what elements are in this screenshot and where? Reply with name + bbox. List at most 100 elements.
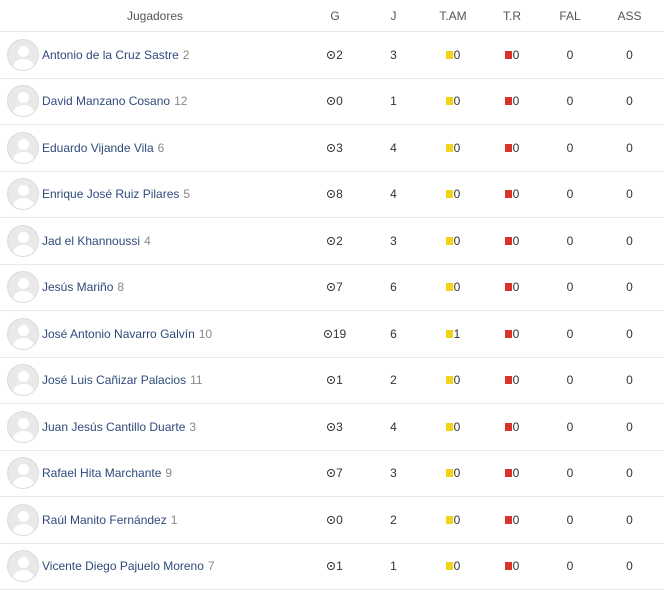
- fouls-value: 0: [535, 373, 605, 387]
- avatar-placeholder-icon[interactable]: [7, 132, 39, 164]
- avatar-placeholder-icon[interactable]: [7, 411, 39, 443]
- player-name-link[interactable]: José Luis Cañizar Palacios: [42, 373, 186, 387]
- assists-value: 0: [605, 466, 654, 480]
- player-name-link[interactable]: José Antonio Navarro Galvín: [42, 327, 195, 341]
- avatar-placeholder-icon[interactable]: [7, 271, 39, 303]
- yellow-cards-value: 0: [454, 48, 461, 62]
- table-row: José Antonio Navarro Galvín 10 19 6 1 0 …: [0, 311, 664, 358]
- header-goals[interactable]: G: [300, 9, 370, 23]
- player-name-link[interactable]: Jad el Khannoussi: [42, 234, 140, 248]
- player-name-link[interactable]: Vicente Diego Pajuelo Moreno: [42, 559, 204, 573]
- red-cards-cell: 0: [489, 48, 535, 62]
- games-value: 3: [370, 466, 417, 480]
- red-cards-value: 0: [513, 327, 520, 341]
- yellow-cards-cell: 0: [417, 559, 489, 573]
- soccer-ball-icon: [327, 562, 335, 570]
- avatar-placeholder-icon[interactable]: [7, 550, 39, 582]
- player-name-link[interactable]: David Manzano Cosano: [42, 94, 170, 108]
- avatar-placeholder-icon[interactable]: [7, 504, 39, 536]
- goals-cell: 3: [300, 420, 370, 434]
- header-fouls[interactable]: FAL: [535, 9, 605, 23]
- games-value: 1: [370, 94, 417, 108]
- soccer-ball-icon: [327, 283, 335, 291]
- assists-value: 0: [605, 187, 654, 201]
- red-cards-value: 0: [513, 48, 520, 62]
- table-row: Juan Jesús Cantillo Duarte 3 3 4 0 0 0 0: [0, 404, 664, 451]
- player-cell: Juan Jesús Cantillo Duarte 3: [0, 411, 300, 443]
- red-card-icon: [505, 190, 512, 198]
- header-jugadores[interactable]: Jugadores: [0, 9, 300, 23]
- red-cards-cell: 0: [489, 466, 535, 480]
- goals-cell: 2: [300, 234, 370, 248]
- avatar-placeholder-icon[interactable]: [7, 457, 39, 489]
- yellow-card-icon: [446, 190, 453, 198]
- goals-cell: 19: [300, 327, 370, 341]
- red-cards-value: 0: [513, 94, 520, 108]
- games-value: 1: [370, 559, 417, 573]
- header-assists[interactable]: ASS: [605, 9, 654, 23]
- red-cards-cell: 0: [489, 234, 535, 248]
- red-cards-value: 0: [513, 466, 520, 480]
- soccer-ball-icon: [327, 516, 335, 524]
- goals-value: 3: [336, 420, 343, 434]
- player-name-link[interactable]: Eduardo Vijande Vila: [42, 141, 154, 155]
- header-red-cards[interactable]: T.R: [489, 9, 535, 23]
- goals-value: 19: [333, 327, 346, 341]
- avatar-placeholder-icon[interactable]: [7, 178, 39, 210]
- soccer-ball-icon: [327, 144, 335, 152]
- goals-cell: 0: [300, 94, 370, 108]
- soccer-ball-icon: [324, 330, 332, 338]
- goals-value: 2: [336, 48, 343, 62]
- red-card-icon: [505, 51, 512, 59]
- assists-value: 0: [605, 94, 654, 108]
- player-number: 5: [183, 187, 190, 201]
- goals-value: 7: [336, 280, 343, 294]
- yellow-cards-value: 0: [454, 466, 461, 480]
- avatar-placeholder-icon[interactable]: [7, 85, 39, 117]
- fouls-value: 0: [535, 513, 605, 527]
- header-games[interactable]: J: [370, 9, 417, 23]
- player-name-link[interactable]: Rafael Hita Marchante: [42, 466, 161, 480]
- games-value: 6: [370, 280, 417, 294]
- yellow-card-icon: [446, 144, 453, 152]
- avatar-placeholder-icon[interactable]: [7, 318, 39, 350]
- player-cell: Jesús Mariño 8: [0, 271, 300, 303]
- player-cell: Vicente Diego Pajuelo Moreno 7: [0, 550, 300, 582]
- fouls-value: 0: [535, 327, 605, 341]
- player-name-link[interactable]: Juan Jesús Cantillo Duarte: [42, 420, 185, 434]
- fouls-value: 0: [535, 234, 605, 248]
- red-cards-value: 0: [513, 280, 520, 294]
- red-card-icon: [505, 516, 512, 524]
- fouls-value: 0: [535, 94, 605, 108]
- player-cell: Antonio de la Cruz Sastre 2: [0, 39, 300, 71]
- fouls-value: 0: [535, 48, 605, 62]
- red-cards-cell: 0: [489, 559, 535, 573]
- player-cell: David Manzano Cosano 12: [0, 85, 300, 117]
- games-value: 3: [370, 234, 417, 248]
- header-yellow-cards[interactable]: T.AM: [417, 9, 489, 23]
- player-name-link[interactable]: Enrique José Ruiz Pilares: [42, 187, 179, 201]
- yellow-card-icon: [446, 423, 453, 431]
- yellow-cards-value: 1: [454, 327, 461, 341]
- avatar-placeholder-icon[interactable]: [7, 39, 39, 71]
- soccer-ball-icon: [327, 190, 335, 198]
- player-cell: Eduardo Vijande Vila 6: [0, 132, 300, 164]
- player-name-link[interactable]: Raúl Manito Fernández: [42, 513, 167, 527]
- yellow-card-icon: [446, 516, 453, 524]
- soccer-ball-icon: [327, 376, 335, 384]
- player-number: 3: [189, 420, 196, 434]
- player-number: 4: [144, 234, 151, 248]
- yellow-cards-value: 0: [454, 559, 461, 573]
- fouls-value: 0: [535, 280, 605, 294]
- player-name-link[interactable]: Antonio de la Cruz Sastre: [42, 48, 179, 62]
- yellow-card-icon: [446, 562, 453, 570]
- yellow-cards-value: 0: [454, 513, 461, 527]
- fouls-value: 0: [535, 420, 605, 434]
- avatar-placeholder-icon[interactable]: [7, 225, 39, 257]
- red-cards-value: 0: [513, 513, 520, 527]
- player-number: 6: [158, 141, 165, 155]
- player-name-link[interactable]: Jesús Mariño: [42, 280, 113, 294]
- table-header: Jugadores G J T.AM T.R FAL ASS: [0, 0, 664, 32]
- avatar-placeholder-icon[interactable]: [7, 364, 39, 396]
- goals-cell: 8: [300, 187, 370, 201]
